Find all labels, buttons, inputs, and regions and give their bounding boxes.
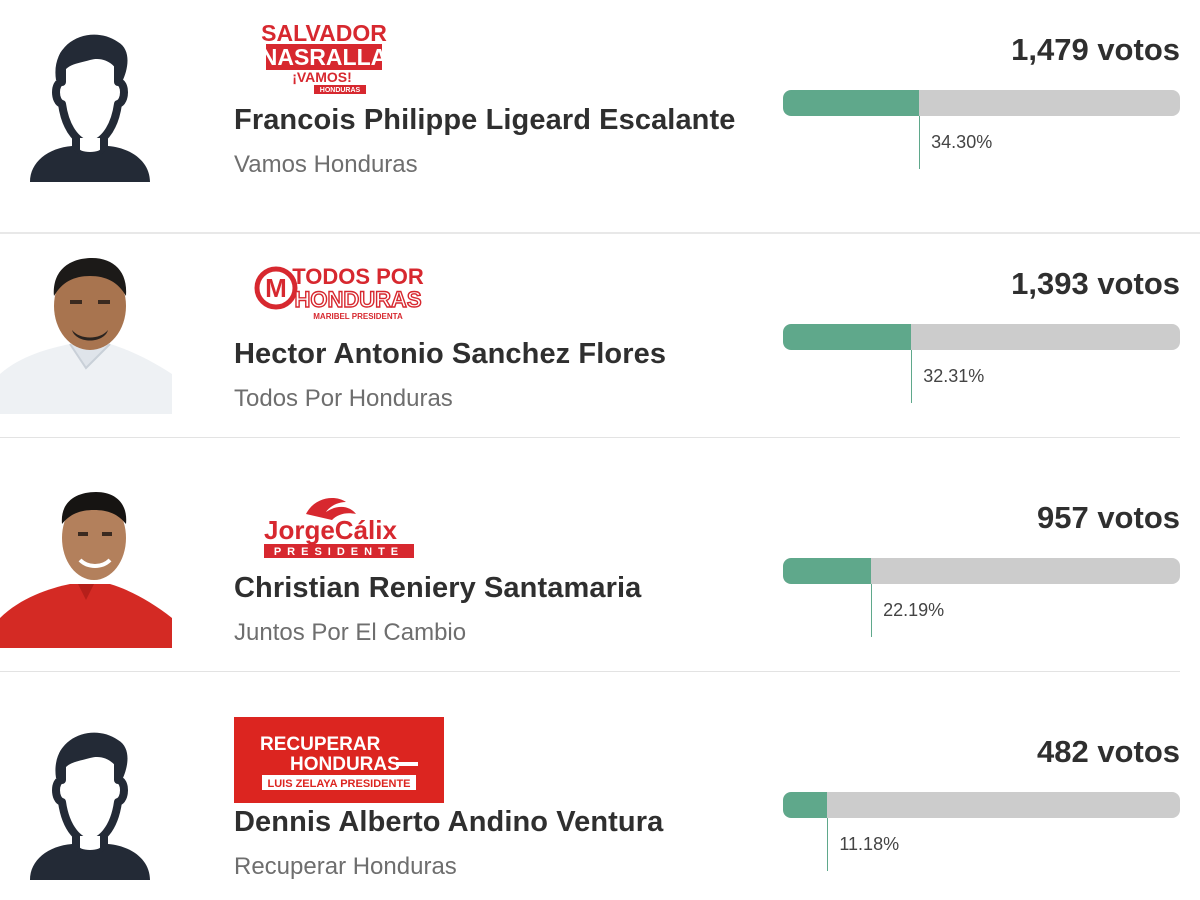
percent-marker bbox=[827, 818, 829, 871]
party-name: Vamos Honduras bbox=[234, 151, 418, 178]
logo-line-2: NASRALLA bbox=[261, 44, 388, 70]
percent-marker bbox=[919, 116, 921, 169]
candidate-name: Hector Antonio Sanchez Flores bbox=[234, 338, 667, 370]
logo-line-3: ¡VAMOS! bbox=[292, 69, 352, 85]
party-logo: JorgeCálix PRESIDENTE bbox=[234, 492, 424, 562]
vote-progress-bar bbox=[783, 792, 1180, 818]
logo-line-4: HONDURAS bbox=[320, 87, 361, 94]
vote-progress-bar bbox=[783, 558, 1180, 584]
user-silhouette-icon bbox=[0, 718, 180, 888]
percent-label: 11.18% bbox=[839, 834, 900, 854]
percent-marker bbox=[911, 350, 913, 403]
vote-progress-fill bbox=[783, 558, 872, 584]
logo-line-1: SALVADOR bbox=[261, 20, 387, 46]
percent-label: 32.31% bbox=[923, 366, 985, 386]
vote-progress-fill bbox=[783, 90, 920, 116]
candidate-row[interactable]: RECUPERAR HONDURAS LUIS ZELAYA PRESIDENT… bbox=[0, 672, 1180, 900]
percent-label: 34.30% bbox=[931, 132, 993, 152]
vote-progress-fill bbox=[783, 792, 828, 818]
candidate-row[interactable]: SALVADOR NASRALLA ¡VAMOS! HONDURAS Franc… bbox=[0, 0, 1200, 234]
party-name: Todos Por Honduras bbox=[234, 385, 453, 412]
percent-marker bbox=[871, 584, 873, 637]
logo-mark: M bbox=[265, 273, 287, 303]
logo-line-3: MARIBEL PRESIDENTA bbox=[313, 312, 403, 321]
logo-line-2: HONDURAS bbox=[290, 754, 400, 775]
candidate-results-list: SALVADOR NASRALLA ¡VAMOS! HONDURAS Franc… bbox=[0, 0, 1200, 900]
candidate-row[interactable]: JorgeCálix PRESIDENTE Christian Reniery … bbox=[0, 438, 1180, 672]
party-logo: M TODOS POR HONDURAS MARIBEL PRESIDENTA bbox=[234, 262, 424, 324]
party-logo: RECUPERAR HONDURAS LUIS ZELAYA PRESIDENT… bbox=[234, 717, 444, 803]
logo-line-2: HONDURAS bbox=[294, 287, 421, 312]
vote-count: 1,479 votos bbox=[1011, 32, 1180, 67]
party-name: Recuperar Honduras bbox=[234, 853, 457, 880]
candidate-photo bbox=[0, 478, 172, 648]
vote-count: 1,393 votos bbox=[1011, 266, 1180, 301]
candidate-row[interactable]: M TODOS POR HONDURAS MARIBEL PRESIDENTA … bbox=[0, 204, 1180, 438]
logo-line-1: RECUPERAR bbox=[260, 734, 381, 755]
candidate-photo bbox=[0, 244, 172, 414]
percent-label: 22.19% bbox=[883, 600, 945, 620]
logo-line-3: LUIS ZELAYA PRESIDENTE bbox=[267, 778, 410, 790]
candidate-name: Francois Philippe Ligeard Escalante bbox=[234, 104, 736, 136]
vote-count: 957 votos bbox=[1036, 500, 1180, 535]
logo-line-1: JorgeCálix bbox=[264, 515, 397, 545]
party-name: Juntos Por El Cambio bbox=[234, 619, 467, 646]
user-silhouette-icon bbox=[0, 20, 180, 190]
logo-line-2: PRESIDENTE bbox=[274, 546, 404, 558]
party-logo: SALVADOR NASRALLA ¡VAMOS! HONDURAS bbox=[234, 20, 414, 96]
vote-progress-bar bbox=[783, 90, 1180, 116]
vote-progress-bar bbox=[783, 324, 1180, 350]
vote-count: 482 votos bbox=[1036, 734, 1180, 769]
vote-progress-fill bbox=[783, 324, 912, 350]
logo-line-1: TODOS POR bbox=[292, 264, 424, 289]
candidate-name: Christian Reniery Santamaria bbox=[234, 572, 642, 604]
candidate-name: Dennis Alberto Andino Ventura bbox=[234, 806, 664, 838]
